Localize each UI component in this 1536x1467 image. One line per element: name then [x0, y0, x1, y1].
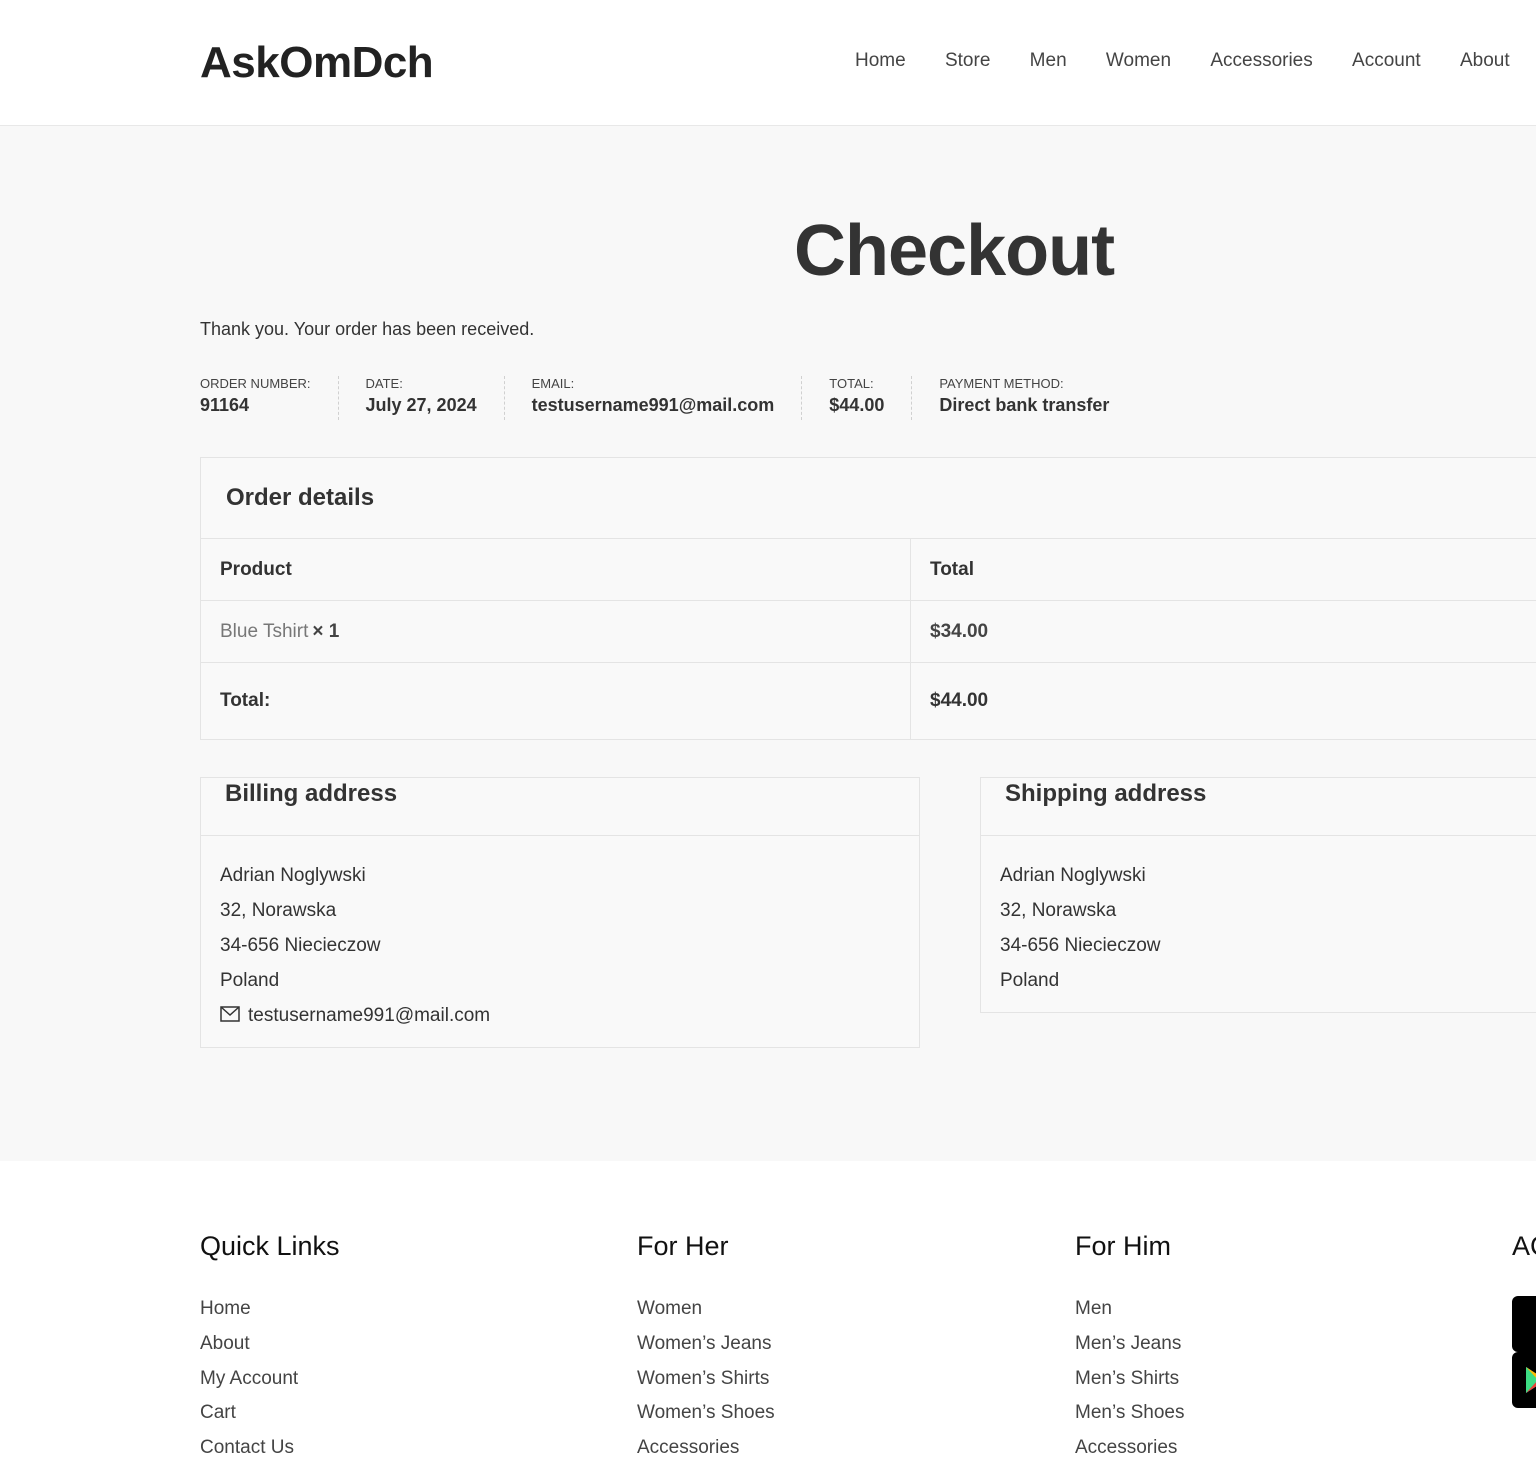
footer-link-cart[interactable]: Cart [200, 1396, 340, 1431]
shipping-name: Adrian Noglywski [1000, 865, 1146, 886]
line-total-cell: $34.00 [911, 601, 1536, 662]
footer-link-womens-shoes[interactable]: Women’s Shoes [637, 1396, 775, 1431]
overview-date: DATE: July 27, 2024 [366, 376, 505, 420]
shipping-city: 34-656 Niecieczow [1000, 935, 1161, 956]
footer-heading: For Her [637, 1231, 729, 1261]
shipping-address-title: Shipping address [981, 778, 1536, 836]
footer-link-about[interactable]: About [200, 1327, 340, 1362]
overview-label: ORDER NUMBER: [200, 376, 311, 391]
overview-value: July 27, 2024 [365, 395, 477, 415]
footer-link-mens-shirts[interactable]: Men’s Shirts [1075, 1362, 1185, 1397]
footer-link-womens-jeans[interactable]: Women’s Jeans [637, 1327, 775, 1362]
nav-account[interactable]: Account [1352, 50, 1421, 72]
billing-email-line: testusername991@mail.com [220, 998, 919, 1033]
nav-women[interactable]: Women [1106, 50, 1171, 72]
column-header-total: Total [930, 558, 974, 580]
shipping-address-lines: Adrian Noglywski 32, Norawska 34-656 Nie… [981, 836, 1536, 998]
billing-address: Billing address Adrian Noglywski 32, Nor… [200, 777, 920, 1048]
site-logo[interactable]: AskOmDch [200, 38, 434, 88]
footer-apps: AC [1512, 1231, 1536, 1292]
order-details: Order details Product Total Blue Tshirt … [200, 457, 1536, 740]
footer-heading: For Him [1075, 1231, 1171, 1261]
site-footer: Quick Links Home About My Account Cart C… [0, 1161, 1536, 1467]
product-quantity: × 1 [312, 620, 340, 642]
main-nav: Home Store Men Women Accessories Account… [855, 50, 1536, 76]
overview-value: 91164 [200, 395, 250, 415]
product-cell: Blue Tshirt × 1 [201, 601, 911, 662]
footer-link-men[interactable]: Men [1075, 1292, 1185, 1327]
shipping-address: Shipping address Adrian Noglywski 32, No… [980, 777, 1536, 1013]
column-header-product: Product [201, 539, 911, 600]
billing-address-title: Billing address [201, 778, 919, 836]
app-store-badge[interactable] [1512, 1296, 1536, 1352]
overview-value: testusername991@mail.com [531, 395, 775, 415]
main-content: Checkout Thank you. Your order has been … [0, 126, 1536, 1161]
footer-link-womens-shirts[interactable]: Women’s Shirts [637, 1362, 775, 1397]
nav-store[interactable]: Store [945, 50, 990, 72]
product-link[interactable]: Blue Tshirt [220, 621, 308, 643]
overview-label: TOTAL: [829, 376, 874, 391]
footer-for-him: For Him Men Men’s Jeans Men’s Shirts Men… [1075, 1231, 1185, 1466]
table-row: Blue Tshirt × 1 $34.00 [201, 601, 1536, 663]
billing-email: testusername991@mail.com [248, 1005, 491, 1026]
footer-link-womens-accessories[interactable]: Accessories [637, 1431, 775, 1466]
order-details-title: Order details [226, 484, 375, 511]
overview-email: EMAIL: testusername991@mail.com [532, 376, 803, 420]
footer-link-mens-accessories[interactable]: Accessories [1075, 1431, 1185, 1466]
overview-value: $44.00 [829, 395, 885, 415]
footer-link-mens-jeans[interactable]: Men’s Jeans [1075, 1327, 1185, 1362]
mail-icon [220, 1005, 240, 1022]
billing-address-lines: Adrian Noglywski 32, Norawska 34-656 Nie… [201, 836, 919, 1033]
footer-heading: Quick Links [200, 1231, 340, 1261]
overview-label: EMAIL: [531, 376, 575, 391]
line-total: $34.00 [930, 620, 989, 642]
billing-name: Adrian Noglywski [220, 865, 366, 886]
site-header: AskOmDch Home Store Men Women Accessorie… [0, 0, 1536, 126]
billing-country: Poland [220, 970, 280, 991]
page-title: Checkout [794, 211, 1115, 291]
overview-order-number: ORDER NUMBER: 91164 [200, 376, 339, 420]
overview-total: TOTAL: $44.00 [829, 376, 913, 420]
order-received-message: Thank you. Your order has been received. [200, 319, 535, 339]
footer-link-mens-shoes[interactable]: Men’s Shoes [1075, 1396, 1185, 1431]
footer-link-my-account[interactable]: My Account [200, 1362, 340, 1397]
shipping-street: 32, Norawska [1000, 900, 1117, 921]
footer-quick-links: Quick Links Home About My Account Cart C… [200, 1231, 340, 1466]
billing-street: 32, Norawska [220, 900, 337, 921]
total-value: $44.00 [930, 690, 989, 711]
total-label: Total: [201, 663, 911, 739]
nav-home[interactable]: Home [855, 50, 906, 72]
footer-for-her: For Her Women Women’s Jeans Women’s Shir… [637, 1231, 775, 1466]
google-play-badge[interactable] [1512, 1352, 1536, 1408]
overview-label: PAYMENT METHOD: [939, 376, 1064, 391]
table-header-row: Product Total [201, 539, 1536, 601]
nav-about[interactable]: About [1460, 50, 1510, 72]
order-overview: ORDER NUMBER: 91164 DATE: July 27, 2024 … [200, 376, 1163, 420]
nav-men[interactable]: Men [1030, 50, 1067, 72]
overview-label: DATE: [365, 376, 403, 391]
billing-city: 34-656 Niecieczow [220, 935, 381, 956]
footer-link-contact-us[interactable]: Contact Us [200, 1431, 340, 1466]
table-total-row: Total: $44.00 [201, 663, 1536, 739]
footer-link-women[interactable]: Women [637, 1292, 775, 1327]
google-play-icon [1526, 1367, 1536, 1393]
footer-heading: AC [1512, 1231, 1536, 1261]
overview-payment-method: PAYMENT METHOD: Direct bank transfer [939, 376, 1136, 420]
shipping-country: Poland [1000, 970, 1060, 991]
overview-value: Direct bank transfer [939, 395, 1110, 415]
footer-link-home[interactable]: Home [200, 1292, 340, 1327]
order-table: Product Total Blue Tshirt × 1 $34.00 Tot… [201, 538, 1536, 739]
nav-accessories[interactable]: Accessories [1210, 50, 1312, 72]
